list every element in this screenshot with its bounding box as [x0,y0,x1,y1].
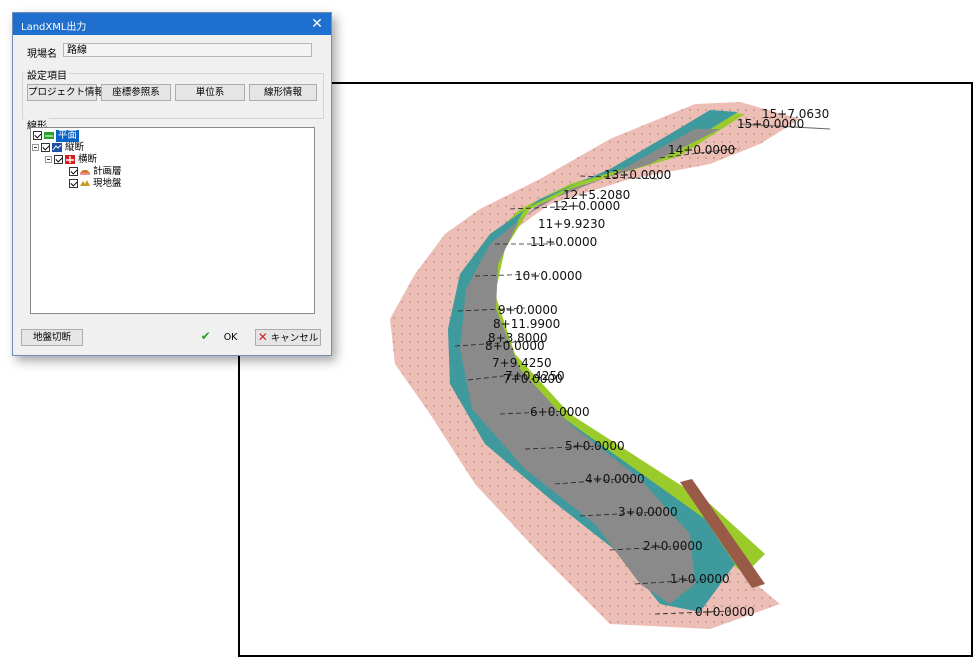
cross-section-icon [65,155,75,164]
site-name-field[interactable]: 路線 [63,43,312,57]
station-label: 10+0.0000 [515,269,582,283]
station-label: 7+9.4250 [492,356,552,370]
ok-label: OK [223,332,238,343]
checkbox[interactable] [54,155,63,164]
3d-viewport[interactable]: 15+7.0630 15+0.0000 14+0.0000 13+0.0000 … [238,82,973,657]
profile-icon [52,143,62,152]
station-label: 7+0.0000 [503,372,563,386]
station-label: 6+0.0000 [530,405,590,419]
settings-group-label: 設定項目 [25,67,69,82]
checkbox[interactable] [41,143,50,152]
station-label: 11+0.0000 [530,235,597,249]
cancel-label: キャンセル [270,333,319,344]
station-label: 9+0.0000 [498,303,558,317]
settings-group: 設定項目 プロジェクト情報 座標参照系 単位系 線形情報 [22,67,324,119]
station-label: 13+0.0000 [604,168,671,182]
tree-item-plan[interactable]: 平面 [33,130,113,142]
ground-icon [80,180,90,186]
collapse-icon[interactable] [32,144,39,151]
check-icon: ✔ [200,329,211,343]
ok-button[interactable]: ✔ OK [189,329,249,346]
road-3d-render: 15+7.0630 15+0.0000 14+0.0000 13+0.0000 … [390,102,831,629]
design-layer-icon [80,170,90,175]
checkbox[interactable] [69,179,78,188]
tree-item-design-layer[interactable]: 計画層 [69,166,149,178]
tree-label: 現地盤 [93,178,122,189]
checkbox[interactable] [69,167,78,176]
tree-item-ground[interactable]: 現地盤 [69,178,149,190]
alignment-tree[interactable]: 平面 縦断 横断 計画層 現地盤 [30,127,315,314]
checkbox[interactable] [33,131,42,140]
ground-cut-button[interactable]: 地盤切断 [21,329,83,346]
tree-label: 計画層 [93,166,122,177]
close-icon[interactable]: ✕ [309,16,325,32]
tree-label: 縦断 [65,142,85,153]
station-label: 11+9.9230 [538,217,605,231]
title-bar: LandXML出力 ✕ [13,13,331,35]
station-label: 12+0.0000 [553,199,620,213]
tree-item-profile[interactable]: 縦断 [32,142,113,154]
alignment-info-button[interactable]: 線形情報 [249,84,317,101]
station-label: 2+0.0000 [643,539,703,553]
station-label: 5+0.0000 [565,439,625,453]
dialog-title: LandXML出力 [21,22,87,33]
cancel-button[interactable]: ✕ キャンセル [255,329,321,346]
landxml-export-dialog: LandXML出力 ✕ 現場名 路線 設定項目 プロジェクト情報 座標参照系 単… [12,12,332,356]
tree-label: 横断 [78,154,98,165]
unit-system-button[interactable]: 単位系 [175,84,245,101]
tree-item-cross-section[interactable]: 横断 [45,154,126,166]
site-name-label: 現場名 [27,49,57,60]
station-label: 15+0.0000 [737,117,804,131]
plan-icon [44,132,54,139]
tree-label: 平面 [56,130,80,142]
station-label: 8+0.0000 [485,339,545,353]
station-label: 4+0.0000 [585,472,645,486]
project-info-button[interactable]: プロジェクト情報 [27,84,104,101]
cancel-x-icon: ✕ [257,330,268,344]
station-label: 8+11.9900 [493,317,560,331]
station-label: 3+0.0000 [618,505,678,519]
station-label: 1+0.0000 [670,572,730,586]
coordinate-reference-button[interactable]: 座標参照系 [101,84,171,101]
collapse-icon[interactable] [45,156,52,163]
